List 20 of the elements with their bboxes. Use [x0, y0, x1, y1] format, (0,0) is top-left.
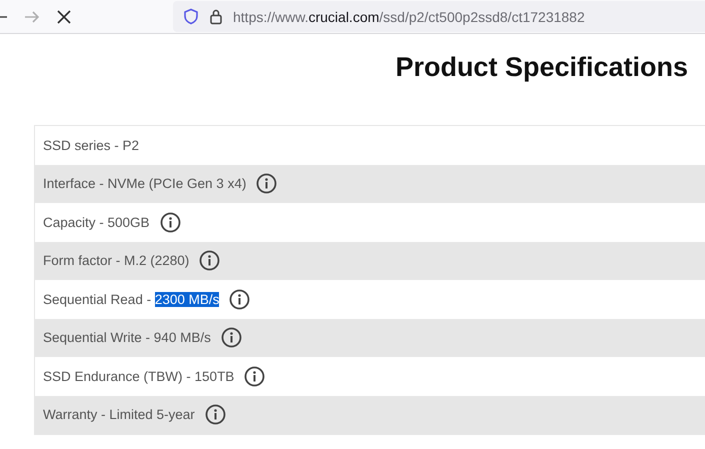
- page-title: Product Specifications: [394, 51, 688, 84]
- info-icon[interactable]: [229, 288, 250, 310]
- info-icon[interactable]: [160, 212, 181, 233]
- spec-text: Sequential Read - 2300 MB/s: [43, 292, 220, 307]
- info-icon[interactable]: [199, 250, 220, 272]
- spec-text: Sequential Write - 940 MB/s: [43, 330, 211, 346]
- spec-text: Warranty - Limited 5-year: [43, 407, 195, 422]
- spec-text: SSD series - P2: [43, 138, 140, 153]
- spec-text: SSD Endurance (TBW) - 150TB: [43, 368, 234, 384]
- info-icon[interactable]: [204, 404, 226, 426]
- spec-text: Form factor - M.2 (2280): [43, 253, 190, 268]
- info-icon[interactable]: [244, 366, 266, 387]
- shield-icon[interactable]: [183, 8, 199, 25]
- info-icon[interactable]: [256, 173, 278, 194]
- lock-icon[interactable]: [209, 8, 223, 25]
- spec-text: Interface - NVMe (PCIe Gen 3 x4): [43, 176, 246, 192]
- info-icon[interactable]: [220, 327, 242, 348]
- close-icon[interactable]: [55, 8, 73, 26]
- address-bar[interactable]: https://www.crucial.com/ssd/p2/ct500p2ssd8/ct17231882: [173, 1, 705, 32]
- spec-text: Capacity - 500GB: [43, 214, 150, 230]
